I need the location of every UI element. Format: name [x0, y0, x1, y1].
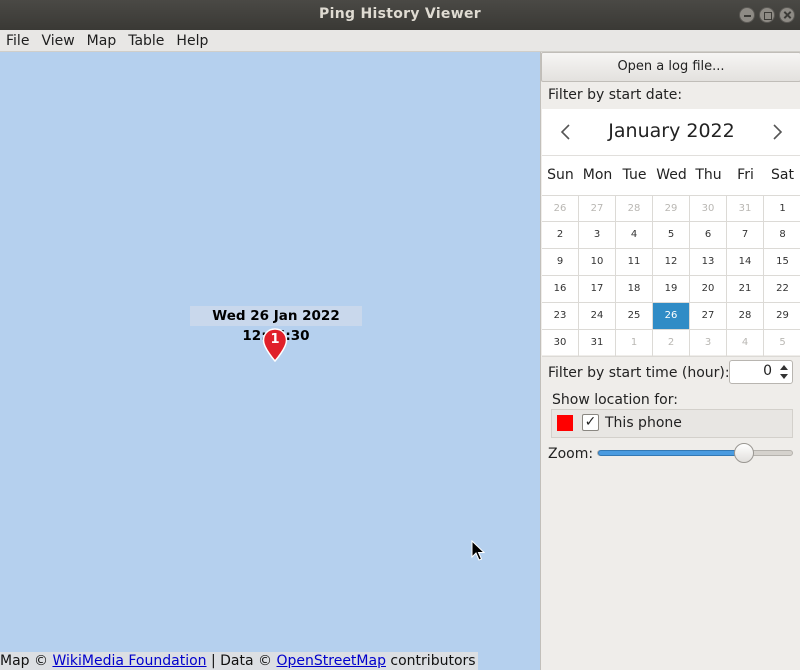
attribution-prefix: Map © [0, 653, 53, 669]
start-hour-spinbox[interactable]: 0 [729, 360, 793, 384]
calendar-day[interactable]: 2 [653, 330, 690, 357]
calendar-day[interactable]: 1 [616, 330, 653, 357]
spin-arrows-icon[interactable] [779, 363, 789, 381]
calendar-day-selected[interactable]: 26 [653, 303, 690, 330]
zoom-slider-handle[interactable] [733, 443, 754, 463]
calendar-week-row: 23 24 25 26 27 28 29 [542, 303, 800, 330]
weekday-wed: Wed [656, 167, 687, 183]
weekday-sat: Sat [771, 167, 794, 183]
calendar-day[interactable]: 26 [542, 195, 579, 222]
minimize-button[interactable] [739, 7, 755, 23]
wikimedia-link[interactable]: WikiMedia Foundation [52, 653, 206, 669]
calendar-day[interactable]: 30 [542, 330, 579, 357]
start-hour-value: 0 [763, 363, 772, 379]
weekday-tue: Tue [622, 167, 647, 183]
weekday-thu: Thu [695, 167, 722, 183]
zoom-label: Zoom: [548, 446, 594, 462]
calendar-day[interactable]: 27 [579, 195, 616, 222]
calendar-day[interactable]: 2 [542, 222, 579, 249]
calendar-day[interactable]: 1 [764, 195, 800, 222]
location-name: This phone [605, 415, 682, 431]
title-bar: Ping History Viewer [0, 0, 800, 30]
open-log-file-button[interactable]: Open a log file... [541, 52, 800, 82]
calendar-day[interactable]: 12 [653, 249, 690, 276]
calendar-day[interactable]: 8 [764, 222, 800, 249]
calendar-day[interactable]: 10 [579, 249, 616, 276]
calendar-day[interactable]: 29 [764, 303, 800, 330]
zoom-slider-fill [598, 450, 744, 456]
calendar-day[interactable]: 25 [616, 303, 653, 330]
calendar-day[interactable]: 23 [542, 303, 579, 330]
window-title: Ping History Viewer [319, 6, 481, 22]
calendar-day[interactable]: 28 [727, 303, 764, 330]
calendar-day[interactable]: 15 [764, 249, 800, 276]
location-list: ✓ This phone [551, 409, 793, 438]
calendar-day[interactable]: 31 [579, 330, 616, 357]
calendar-week-row: 30 31 1 2 3 4 5 [542, 330, 800, 357]
calendar-day[interactable]: 27 [690, 303, 727, 330]
calendar-day[interactable]: 21 [727, 276, 764, 303]
calendar-day[interactable]: 22 [764, 276, 800, 303]
map-attribution: Map © WikiMedia Foundation | Data © Open… [0, 652, 478, 670]
weekday-mon: Mon [582, 167, 613, 183]
marker-label: Wed 26 Jan 2022 12:35:30 [190, 306, 362, 344]
calendar-day[interactable]: 3 [690, 330, 727, 357]
calendar-day[interactable]: 19 [653, 276, 690, 303]
attribution-suffix: contributors [385, 653, 476, 669]
calendar-day[interactable]: 14 [727, 249, 764, 276]
side-panel: Open a log file... Filter by start date:… [540, 52, 800, 670]
calendar-day[interactable]: 24 [579, 303, 616, 330]
calendar-day[interactable]: 4 [727, 330, 764, 357]
calendar-day[interactable]: 4 [616, 222, 653, 249]
calendar-week-row: 2345678 [542, 222, 800, 249]
menu-help[interactable]: Help [170, 33, 214, 49]
close-button[interactable] [779, 7, 795, 23]
location-checkbox[interactable]: ✓ [582, 414, 599, 431]
zoom-slider[interactable] [597, 443, 793, 463]
location-color-swatch [557, 415, 573, 431]
weekday-fri: Fri [737, 167, 754, 183]
menu-bar: File View Map Table Help [0, 30, 800, 52]
calendar-days-grid: 26 27 28 29 30 31 1 2 3 4 5 6 7 8 9 10 11 12 13 14 15 16 17 18 1… [542, 195, 800, 357]
menu-view[interactable]: View [35, 33, 80, 49]
calendar-week-row: 9 10 11 12 13 14 15 [542, 249, 800, 276]
filter-date-label: Filter by start date: [548, 87, 683, 103]
calendar-day[interactable]: 11 [616, 249, 653, 276]
maximize-button[interactable] [759, 7, 775, 23]
calendar-day[interactable]: 20 [690, 276, 727, 303]
show-location-label: Show location for: [552, 392, 678, 408]
calendar-week-row: 26 27 28 29 30 31 1 [542, 195, 800, 222]
calendar-day[interactable]: 9 [542, 249, 579, 276]
calendar-day[interactable]: 5 [653, 222, 690, 249]
menu-map[interactable]: Map [81, 33, 123, 49]
calendar-day[interactable]: 16 [542, 276, 579, 303]
attribution-middle: | Data © [206, 653, 277, 669]
mouse-cursor-icon [471, 540, 485, 561]
calendar-day[interactable]: 3 [579, 222, 616, 249]
calendar-week-row: 16 17 18 19 20 21 22 [542, 276, 800, 303]
openstreetmap-link[interactable]: OpenStreetMap [276, 653, 385, 669]
calendar-day[interactable]: 18 [616, 276, 653, 303]
calendar-day[interactable]: 17 [579, 276, 616, 303]
calendar-day[interactable]: 5 [764, 330, 800, 357]
chevron-right-icon[interactable] [767, 119, 787, 145]
calendar-day[interactable]: 30 [690, 195, 727, 222]
calendar-day[interactable]: 28 [616, 195, 653, 222]
calendar-weekday-header: Sun Mon Tue Wed Thu Fri Sat [542, 155, 800, 187]
menu-file[interactable]: File [0, 33, 35, 49]
map-view[interactable]: Wed 26 Jan 2022 12:35:30 1 Map © WikiMed… [0, 52, 540, 670]
calendar-day[interactable]: 29 [653, 195, 690, 222]
calendar-day[interactable]: 7 [727, 222, 764, 249]
calendar-day[interactable]: 13 [690, 249, 727, 276]
weekday-sun: Sun [547, 167, 574, 183]
filter-time-label: Filter by start time (hour): [548, 365, 730, 381]
calendar-header: January 2022 [542, 109, 800, 155]
calendar-month: January 2022 [608, 120, 735, 142]
marker-number: 1 [270, 332, 280, 347]
calendar-day[interactable]: 6 [690, 222, 727, 249]
calendar: January 2022 Sun Mon Tue Wed Thu Fri Sat 26 27 2… [542, 109, 800, 357]
menu-table[interactable]: Table [122, 33, 170, 49]
calendar-day[interactable]: 31 [727, 195, 764, 222]
